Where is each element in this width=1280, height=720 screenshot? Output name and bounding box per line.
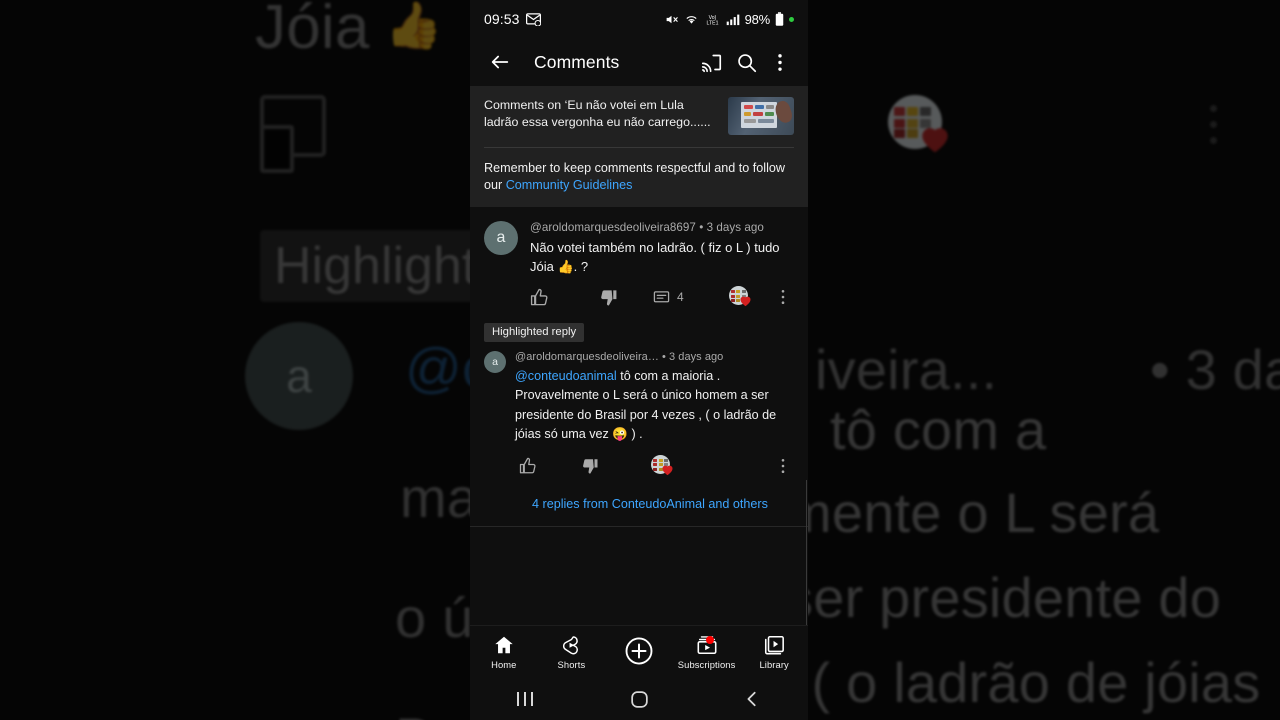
reply-creator-heart-icon[interactable] — [651, 454, 675, 477]
comment-timestamp: 3 days ago — [706, 221, 764, 234]
reply-count: 4 — [677, 290, 684, 304]
volte-icon: Vo) LTE1 — [706, 14, 718, 26]
shorts-icon — [563, 636, 579, 655]
comment-item: a @aroldomarquesdeoliveira8697 • 3 days … — [470, 207, 808, 312]
battery-icon — [775, 12, 784, 26]
svg-text:LTE1: LTE1 — [706, 20, 718, 26]
backdrop-text-daysago: • 3 days ago — [1150, 338, 1280, 401]
reply-more-vertical-icon[interactable] — [776, 457, 794, 475]
creator-heart-icon[interactable] — [728, 286, 753, 308]
app-bar: Comments — [470, 38, 808, 86]
meta-separator: • — [699, 221, 704, 234]
thumbnail-screen — [741, 102, 777, 128]
view-replies-link[interactable]: 4 replies from ConteudoAnimal and others — [470, 481, 808, 526]
backdrop-avatar: a — [245, 322, 353, 430]
nav-label-subscriptions: Subscriptions — [677, 659, 736, 670]
reply-meta: @aroldomarquesdeoliveira… • 3 days ago — [515, 351, 794, 363]
nav-item-create[interactable] — [605, 636, 673, 669]
video-reference-row[interactable]: Comments on ‘Eu não votei em Lula ladrão… — [484, 86, 794, 148]
comment-meta: @aroldomarquesdeoliveira8697 • 3 days ag… — [530, 221, 794, 234]
nav-label-shorts: Shorts — [557, 659, 586, 670]
backdrop-text-ladrao: , ( o ladrão de jóias — [780, 651, 1261, 714]
backdrop-text-mente: mente o L será — [785, 481, 1160, 544]
home-icon — [495, 636, 513, 654]
phone-screen: 09:53 Vo) LTE1 98% Comments Comments on … — [470, 0, 808, 720]
reply-like-button[interactable] — [519, 457, 537, 475]
highlighted-reply-section: Highlighted reply — [470, 312, 808, 342]
mute-icon — [666, 15, 678, 23]
home-circle-icon[interactable] — [583, 690, 696, 709]
reply-heart-icon — [662, 465, 673, 475]
backdrop-heart-icon — [922, 128, 948, 153]
reply-timestamp: 3 days ago — [669, 350, 724, 363]
reply-dislike-button[interactable] — [581, 457, 599, 475]
message-icon — [525, 12, 541, 26]
reply-actions — [515, 454, 794, 481]
comment-more-vertical-icon[interactable] — [776, 288, 794, 306]
reply-item: a @aroldomarquesdeoliveira… • 3 days ago… — [470, 342, 808, 481]
reply-author[interactable]: @aroldomarquesdeoliveira… — [515, 351, 659, 363]
like-button[interactable] — [530, 288, 549, 307]
backdrop-text-ma: ma — [400, 466, 479, 529]
video-thumbnail[interactable] — [728, 97, 794, 135]
wifi-icon — [686, 15, 697, 24]
reply-meta-separator: • — [661, 350, 666, 363]
recording-dot-icon — [789, 16, 794, 22]
back-arrow-icon[interactable] — [482, 47, 518, 77]
reply-button[interactable]: 4 — [653, 289, 684, 306]
reply-mention[interactable]: @conteudoanimal — [515, 369, 617, 383]
backdrop-more-vertical-icon — [1210, 105, 1217, 144]
nav-item-library[interactable]: Library — [740, 634, 808, 670]
search-icon[interactable] — [729, 48, 764, 77]
comment-author[interactable]: @aroldomarquesdeoliveira8697 — [530, 221, 696, 234]
back-chevron-icon[interactable] — [695, 690, 808, 708]
create-plus-icon — [625, 637, 653, 664]
backdrop-thumbs-up-icon — [260, 95, 326, 173]
backdrop-text-joia: Jóia — [255, 0, 370, 62]
comments-header: Comments on ‘Eu não votei em Lula ladrão… — [470, 86, 808, 207]
bottom-navigation: Home Shorts Subscriptions Library — [470, 625, 808, 678]
empty-space — [470, 526, 808, 599]
page-title: Comments — [534, 51, 620, 72]
battery-percent: 98% — [744, 11, 771, 27]
comment-text: Não votei também no ladrão. ( fiz o L ) … — [530, 240, 780, 274]
signal-icon — [726, 14, 739, 25]
nav-item-home[interactable]: Home — [470, 634, 538, 670]
backdrop-text-oliveira2: iveira... — [815, 338, 998, 401]
backdrop-emoji-thumbsup: 👍 — [385, 0, 443, 51]
comments-on-label: Comments on ‘Eu não votei em Lula ladrão… — [484, 98, 711, 129]
nav-item-shorts[interactable]: Shorts — [538, 634, 606, 670]
system-navigation-bar — [470, 678, 808, 720]
status-bar: 09:53 Vo) LTE1 98% — [470, 0, 808, 38]
backdrop-text-touma: tô com a — [830, 398, 1047, 461]
nav-item-subscriptions[interactable]: Subscriptions — [673, 634, 741, 670]
comments-list: a @aroldomarquesdeoliveira8697 • 3 days … — [470, 207, 808, 599]
more-vertical-icon[interactable] — [764, 48, 796, 77]
heart-icon — [740, 296, 751, 307]
reply-avatar[interactable]: a — [484, 350, 506, 373]
nav-label-home: Home — [491, 659, 517, 670]
recents-icon[interactable] — [470, 690, 583, 708]
community-guidelines-link[interactable]: Community Guidelines — [506, 178, 633, 192]
status-time: 09:53 — [484, 11, 520, 27]
backdrop-text-ounico: o ú — [395, 586, 474, 649]
avatar[interactable]: a — [484, 221, 518, 255]
highlighted-reply-badge: Highlighted reply — [484, 322, 585, 342]
comment-actions: 4 — [530, 286, 794, 312]
nav-label-library: Library — [759, 659, 789, 670]
reply-text: @conteudoanimal tô com a maioria . Prova… — [515, 367, 794, 445]
dislike-button[interactable] — [599, 288, 618, 307]
cast-icon[interactable] — [694, 48, 729, 77]
screen: Jóia 👍 . ? Highlighted a @c @ar ma o ú B… — [0, 0, 1280, 720]
library-icon — [765, 635, 785, 655]
backdrop-text-presidente: ser presidente do — [785, 566, 1222, 629]
guidelines-notice: Remember to keep comments respectful and… — [484, 148, 794, 207]
